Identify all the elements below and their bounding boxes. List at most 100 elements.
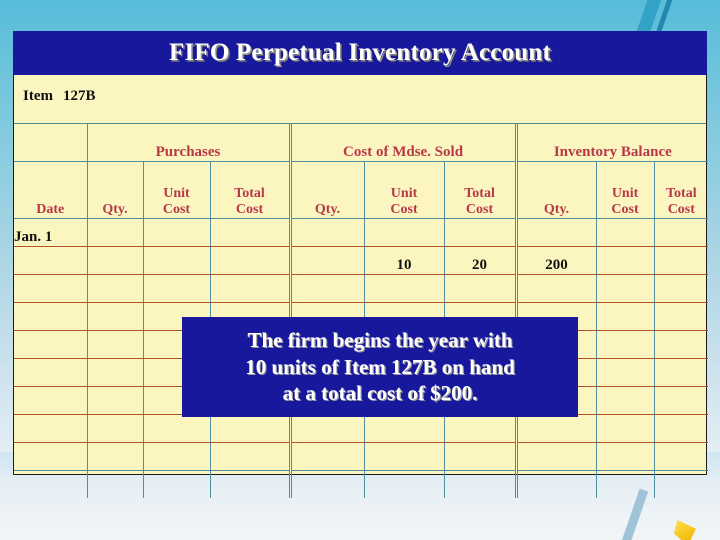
table-blank-cell	[209, 470, 291, 498]
table-blank-cell	[14, 470, 87, 498]
cell-balance-qty: 200	[514, 246, 597, 275]
table-blank-cell	[443, 274, 517, 303]
table-blank-cell	[514, 470, 597, 498]
table-blank-cell	[86, 358, 143, 387]
item-row: Item 127B	[14, 75, 706, 124]
slide-canvas: FIFO Perpetual Inventory Account Item 127…	[0, 0, 720, 540]
table-column-header-row: Date Qty. Unit Cost Total Cost Qty. Unit	[14, 161, 709, 219]
item-label: Item	[23, 88, 53, 104]
table-blank-cell	[514, 414, 597, 443]
table-blank-cell	[653, 358, 709, 387]
group-header-purchases: Purchases	[86, 124, 291, 162]
table-blank-cell	[595, 442, 655, 471]
cell-sold-qty	[288, 218, 365, 247]
cell-sold-total-cost	[443, 218, 517, 247]
table-blank-cell	[653, 386, 709, 415]
table-blank-cell	[14, 274, 87, 303]
col-header-sold-qty-line1: Qty.	[314, 201, 341, 217]
col-header-balance-unit-cost: Unit Cost	[595, 161, 655, 219]
col-header-sold-unit-cost: Unit Cost	[363, 161, 445, 219]
table-blank-cell	[142, 470, 210, 498]
table-blank-cell	[288, 470, 365, 498]
table-blank-cell	[142, 414, 210, 443]
table-blank-cell	[363, 442, 445, 471]
col-header-purchases-qty-line1: Qty.	[102, 201, 128, 217]
col-header-sold-unit-cost-line2: Cost	[390, 201, 418, 217]
cell-purchases-unit-cost	[142, 218, 210, 247]
table-blank-cell	[443, 414, 517, 443]
group-header-blank	[14, 124, 87, 162]
table-blank-cell	[86, 414, 143, 443]
col-header-sold-total-cost: Total Cost	[443, 161, 517, 219]
col-header-balance-total-cost: Total Cost	[653, 161, 709, 219]
group-header-inventory-balance: Inventory Balance	[514, 124, 709, 162]
col-header-balance-total-cost-line1: Total	[666, 186, 697, 202]
cell-purchases-unit-cost	[142, 246, 210, 275]
table-blank-cell	[653, 302, 709, 331]
table-blank-row	[14, 470, 709, 498]
table-blank-cell	[363, 470, 445, 498]
table-row: Jan. 1	[14, 218, 709, 247]
cell-purchases-total-cost	[209, 218, 291, 247]
table-blank-cell	[653, 330, 709, 359]
table-blank-cell	[595, 470, 655, 498]
cell-balance-qty	[514, 218, 597, 247]
cell-sold-unit-cost: 10	[363, 246, 445, 275]
table-blank-cell	[14, 386, 87, 415]
table-blank-cell	[653, 414, 709, 443]
cell-sold-qty	[288, 246, 365, 275]
table-blank-cell	[514, 442, 597, 471]
page-title: FIFO Perpetual Inventory Account	[168, 39, 552, 66]
col-header-purchases-unit-cost-line2: Cost	[162, 201, 191, 217]
table-blank-cell	[86, 442, 143, 471]
col-header-balance-total-cost-line2: Cost	[667, 201, 695, 217]
table-blank-cell	[288, 274, 365, 303]
table-blank-cell	[209, 442, 291, 471]
table-blank-cell	[86, 470, 143, 498]
col-header-purchases-qty: Qty.	[86, 161, 143, 219]
table-blank-cell	[514, 274, 597, 303]
table-blank-cell	[288, 442, 365, 471]
col-header-sold-unit-cost-line1: Unit	[390, 186, 418, 202]
table-blank-cell	[14, 358, 87, 387]
table-blank-cell	[595, 386, 655, 415]
table-blank-cell	[14, 414, 87, 443]
cell-date	[14, 246, 87, 275]
table-blank-cell	[653, 274, 709, 303]
table-row: 10 20 200	[14, 246, 709, 275]
callout-line-1: The firm begins the year with	[247, 327, 513, 352]
group-header-cost-of-mdse-sold: Cost of Mdse. Sold	[288, 124, 517, 162]
table-blank-cell	[443, 470, 517, 498]
table-blank-cell	[86, 302, 143, 331]
col-header-balance-qty-line1: Qty.	[543, 201, 570, 217]
table-blank-row	[14, 442, 709, 471]
table-blank-cell	[653, 442, 709, 471]
table-blank-cell	[86, 274, 143, 303]
callout-line-3: at a total cost of $200.	[282, 381, 478, 406]
table-blank-cell	[14, 330, 87, 359]
table-blank-cell	[209, 274, 291, 303]
table-blank-cell	[86, 386, 143, 415]
cell-balance-total-cost	[653, 246, 709, 275]
cell-balance-total-cost	[653, 218, 709, 247]
item-value: 127B	[63, 88, 96, 104]
inventory-table: Purchases Cost of Mdse. Sold Inventory B…	[14, 124, 709, 498]
col-header-date-line1: Date	[36, 201, 65, 217]
table-blank-cell	[363, 274, 445, 303]
table-blank-cell	[14, 302, 87, 331]
table-blank-cell	[142, 274, 210, 303]
item-label-group: Item 127B	[23, 88, 96, 105]
slide-title-bar: FIFO Perpetual Inventory Account	[13, 31, 707, 75]
table-blank-cell	[86, 330, 143, 359]
table-blank-cell	[443, 442, 517, 471]
cell-balance-unit-cost	[595, 246, 655, 275]
col-header-purchases-total-cost-line2: Cost	[235, 201, 264, 217]
table-blank-cell	[595, 302, 655, 331]
cell-sold-total-cost: 20	[443, 246, 517, 275]
cell-sold-unit-cost	[363, 218, 445, 247]
table-blank-cell	[14, 442, 87, 471]
table-blank-cell	[209, 414, 291, 443]
table-blank-cell	[288, 414, 365, 443]
table-blank-row	[14, 414, 709, 443]
col-header-balance-unit-cost-line1: Unit	[611, 186, 639, 202]
